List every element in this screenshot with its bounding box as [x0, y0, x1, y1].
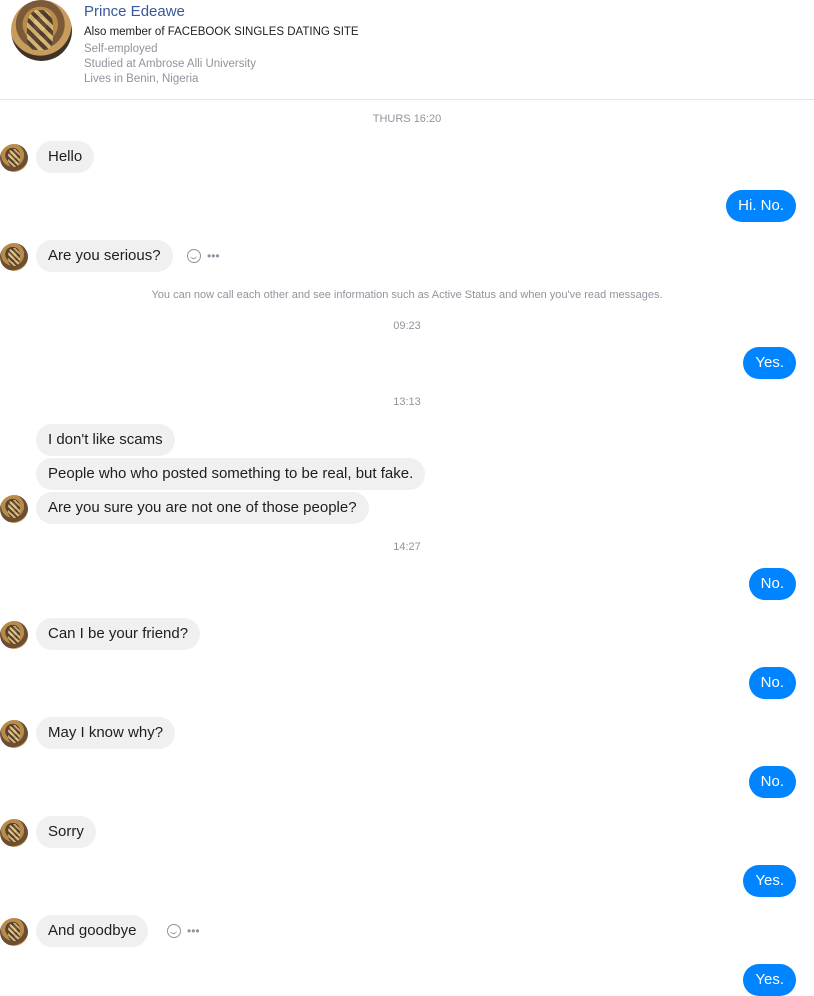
incoming-message[interactable]: I don't like scams: [36, 424, 175, 456]
incoming-message[interactable]: And goodbye: [36, 915, 149, 947]
incoming-message[interactable]: Are you sure you are not one of those pe…: [36, 492, 369, 524]
sender-avatar[interactable]: [0, 621, 28, 649]
incoming-message[interactable]: May I know why?: [36, 717, 176, 749]
system-notice: You can now call each other and see info…: [151, 289, 663, 301]
profile-education: Studied at Ambrose Alli University: [84, 58, 256, 70]
outgoing-message[interactable]: Yes.: [743, 964, 796, 996]
incoming-message[interactable]: Hello: [36, 141, 95, 173]
more-options-icon[interactable]: •••: [207, 250, 220, 262]
profile-location: Lives in Benin, Nigeria: [84, 73, 199, 85]
sender-avatar[interactable]: [0, 918, 28, 946]
profile-name[interactable]: Prince Edeawe: [84, 3, 185, 20]
conversation-header: Prince Edeawe Also member of FACEBOOK SI…: [0, 0, 814, 100]
timestamp: 13:13: [393, 396, 421, 408]
outgoing-message[interactable]: No.: [748, 766, 796, 798]
incoming-message[interactable]: Can I be your friend?: [36, 618, 201, 650]
outgoing-message[interactable]: Yes.: [743, 865, 796, 897]
incoming-message[interactable]: People who who posted something to be re…: [36, 458, 426, 490]
timestamp: 09:23: [393, 320, 421, 332]
sender-avatar[interactable]: [0, 144, 28, 172]
sender-avatar[interactable]: [0, 243, 28, 271]
more-options-icon[interactable]: •••: [187, 925, 200, 937]
sender-avatar[interactable]: [0, 495, 28, 523]
outgoing-message[interactable]: No.: [748, 667, 796, 699]
outgoing-message[interactable]: Hi. No.: [726, 190, 796, 222]
profile-subtitle: Also member of FACEBOOK SINGLES DATING S…: [84, 26, 359, 38]
sender-avatar[interactable]: [0, 819, 28, 847]
smiley-reaction-icon[interactable]: [187, 249, 201, 263]
incoming-message[interactable]: Sorry: [36, 816, 96, 848]
profile-avatar[interactable]: [11, 0, 72, 61]
smiley-reaction-icon[interactable]: [167, 924, 181, 938]
profile-work: Self-employed: [84, 43, 158, 55]
sender-avatar[interactable]: [0, 720, 28, 748]
timestamp: THURS 16:20: [372, 113, 442, 125]
outgoing-message[interactable]: No.: [748, 568, 796, 600]
outgoing-message[interactable]: Yes.: [743, 347, 796, 379]
incoming-message[interactable]: Are you serious?: [36, 240, 173, 272]
timestamp: 14:27: [393, 541, 421, 553]
